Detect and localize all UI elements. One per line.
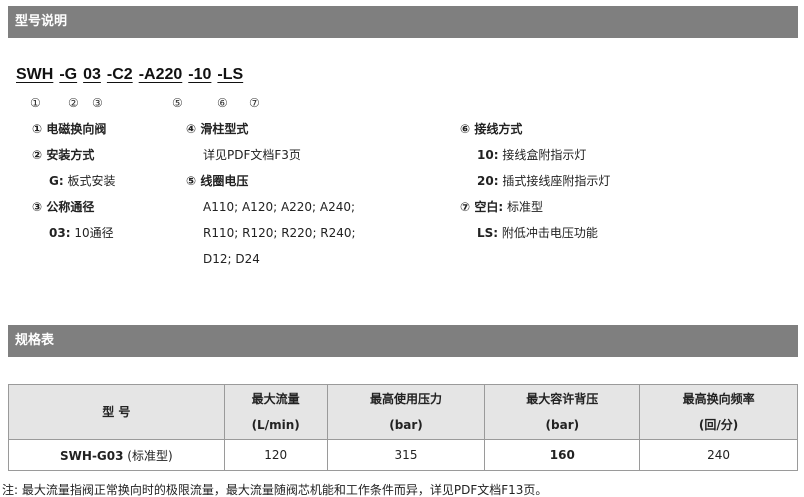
marker-1: ①	[30, 96, 41, 110]
model-part-size: 03	[83, 66, 101, 83]
legend-item-size: ③ 公称通径	[32, 200, 95, 214]
legend-mounting-value: G: 板式安装	[49, 174, 116, 188]
table-row: SWH-G03 (标准型) 120 315 160 240	[8, 439, 798, 471]
model-code: SWH -G 03 -C2 -A220 -10 -LS	[16, 66, 243, 84]
header-switch-frequency: 最高换向频率 (回/分)	[639, 384, 798, 440]
legend-voltage-line-2: R110; R120; R220; R240;	[203, 226, 356, 240]
table-header-row: 型 号 最大流量 (L/min) 最高使用压力 (bar) 最大容许背压 (bar) …	[8, 384, 798, 440]
marker-5: ⑤	[172, 96, 183, 110]
legend-item-spool-type: ④ 滑柱型式	[186, 122, 249, 136]
section-header-spec-table: 规格表	[8, 325, 798, 357]
header-model: 型 号	[8, 384, 225, 440]
legend-size-value: 03: 10通径	[49, 226, 114, 240]
section-header-model-description: 型号说明	[8, 6, 798, 38]
legend-item-wiring: ⑥ 接线方式	[460, 122, 523, 136]
legend-column-3: ⑥ 接线方式 10: 接线盒附指示灯 20: 插式接线座附指示灯 ⑦ 空白: 标…	[460, 116, 610, 246]
legend-item-mounting: ② 安装方式	[32, 148, 95, 162]
legend-column-2: ④ 滑柱型式 详见PDF文档F3页 ⑤ 线圈电压 A110; A120; A22…	[186, 116, 356, 272]
legend-item-valve-type: ① 电磁换向阀	[32, 122, 107, 136]
legend-item-option: ⑦ 空白: 标准型	[460, 200, 543, 214]
legend-voltage-line-3: D12; D24	[203, 252, 260, 266]
legend-column-1: ① 电磁换向阀 ② 安装方式 G: 板式安装 ③ 公称通径 03: 10通径	[32, 116, 116, 246]
model-part-option: -LS	[217, 66, 244, 83]
marker-2: ②	[68, 96, 79, 110]
legend-option-ls: LS: 附低冲击电压功能	[477, 226, 598, 240]
model-part-wiring: -10	[188, 66, 212, 83]
section-title: 型号说明	[15, 14, 68, 29]
cell-pressure: 315	[326, 439, 486, 471]
legend-wiring-option-1: 10: 接线盒附指示灯	[477, 148, 587, 162]
cell-flow: 120	[223, 439, 328, 471]
legend-voltage-line-1: A110; A120; A220; A240;	[203, 200, 356, 214]
marker-6: ⑥	[217, 96, 228, 110]
header-back-pressure: 最大容许背压 (bar)	[484, 384, 641, 440]
cell-model: SWH-G03 (标准型)	[8, 439, 225, 471]
header-max-flow: 最大流量 (L/min)	[223, 384, 328, 440]
cell-frequency: 240	[639, 439, 798, 471]
model-part-voltage: -A220	[138, 66, 183, 83]
legend-wiring-option-2: 20: 插式接线座附指示灯	[477, 174, 611, 188]
model-part-spool: -C2	[106, 66, 133, 83]
section-title: 规格表	[15, 333, 55, 348]
header-max-pressure: 最高使用压力 (bar)	[326, 384, 486, 440]
spec-table: 型 号 最大流量 (L/min) 最高使用压力 (bar) 最大容许背压 (bar) …	[8, 384, 798, 471]
model-part-mounting: -G	[59, 66, 78, 83]
marker-3: ③	[92, 96, 103, 110]
model-part-series: SWH	[16, 66, 54, 83]
legend-spool-value: 详见PDF文档F3页	[203, 148, 301, 162]
footnote: 注: 最大流量指阀正常换向时的极限流量，最大流量随阀芯机能和工作条件而异，详见P…	[2, 483, 548, 497]
marker-7: ⑦	[249, 96, 260, 110]
cell-back-pressure: 160	[484, 439, 641, 471]
legend-item-coil-voltage: ⑤ 线圈电压	[186, 174, 249, 188]
